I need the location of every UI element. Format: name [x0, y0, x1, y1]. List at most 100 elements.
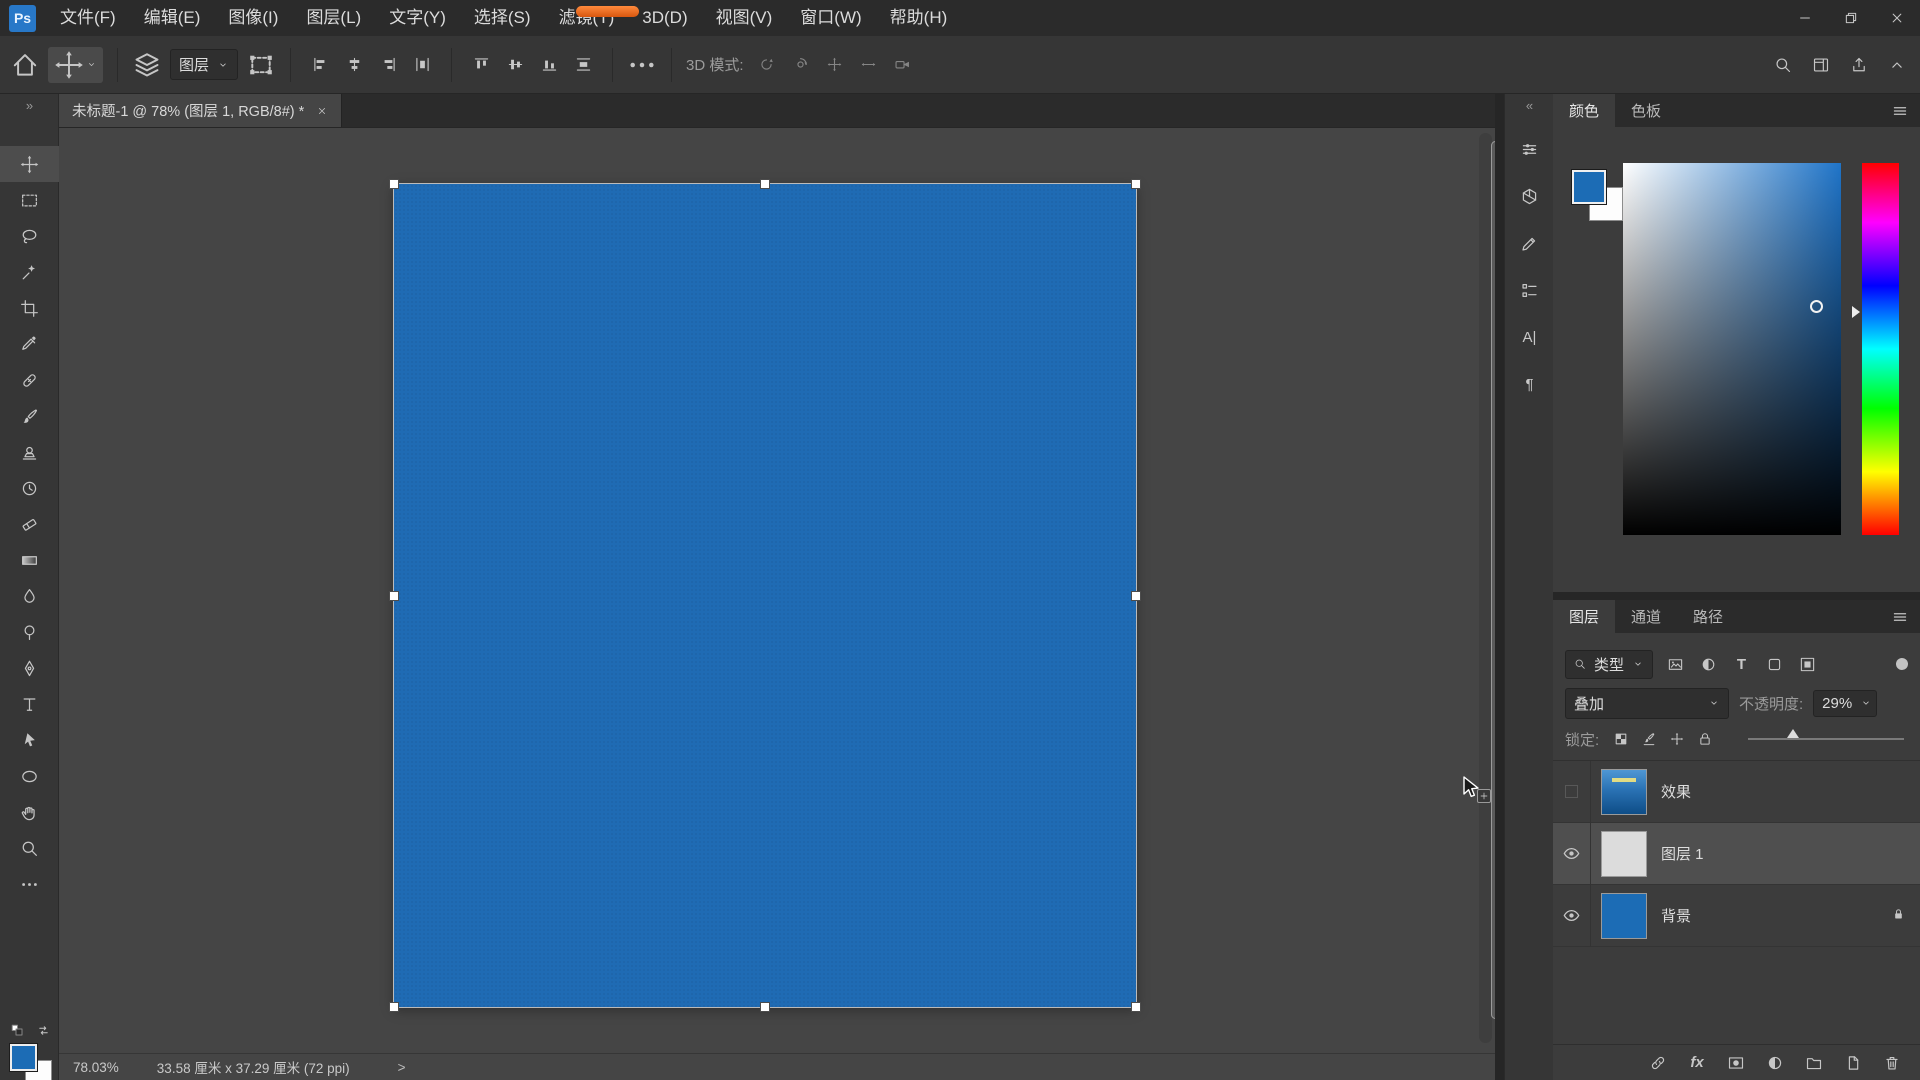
lock-transparency-button[interactable]: [1609, 727, 1633, 751]
link-layers-button[interactable]: [1646, 1051, 1670, 1075]
history-brush-tool[interactable]: [0, 470, 59, 506]
brush-tool[interactable]: [0, 398, 59, 434]
collapse-options-button[interactable]: [1882, 50, 1912, 80]
distribute-v-button[interactable]: [568, 50, 598, 80]
hand-tool[interactable]: [0, 794, 59, 830]
menu-type[interactable]: 文字(Y): [375, 0, 460, 36]
new-group-button[interactable]: [1802, 1051, 1826, 1075]
menu-edit[interactable]: 编辑(E): [130, 0, 215, 36]
menu-3d[interactable]: 3D(D): [628, 0, 701, 36]
tab-paths[interactable]: 路径: [1677, 600, 1739, 633]
app-logo[interactable]: Ps: [9, 4, 36, 32]
marquee-tool[interactable]: [0, 182, 59, 218]
autoselect-dropdown[interactable]: 图层: [170, 49, 239, 80]
saturation-brightness-field[interactable]: [1623, 163, 1841, 535]
align-left-button[interactable]: [305, 50, 335, 80]
3d-pan-button[interactable]: [820, 50, 850, 80]
more-options-icon[interactable]: [627, 50, 657, 80]
opacity-slider[interactable]: [1748, 729, 1904, 740]
vertical-scrollbar[interactable]: [1479, 133, 1495, 1043]
align-middle-v-button[interactable]: [500, 50, 530, 80]
status-menu-arrow[interactable]: >: [398, 1060, 406, 1075]
edit-toolbar-button[interactable]: [0, 866, 59, 902]
delete-layer-button[interactable]: [1880, 1051, 1904, 1075]
dock-collapse-button[interactable]: «: [1505, 98, 1554, 113]
blend-mode-dropdown[interactable]: 叠加: [1565, 687, 1729, 719]
toolbar-expand-button[interactable]: »: [0, 98, 59, 113]
home-icon[interactable]: [10, 50, 40, 80]
current-tool-button[interactable]: [48, 46, 103, 83]
show-transform-controls-icon[interactable]: [246, 50, 276, 80]
crop-tool[interactable]: [0, 290, 59, 326]
restore-button[interactable]: [1828, 0, 1874, 36]
panel-menu-icon[interactable]: [1890, 101, 1910, 121]
zoom-tool[interactable]: [0, 830, 59, 866]
pen-tool[interactable]: [0, 650, 59, 686]
minimize-button[interactable]: [1782, 0, 1828, 36]
align-top-button[interactable]: [466, 50, 496, 80]
filter-type-layers-button[interactable]: T: [1727, 651, 1756, 677]
move-tool[interactable]: [0, 146, 59, 182]
menu-help[interactable]: 帮助(H): [876, 0, 962, 36]
tab-swatches[interactable]: 色板: [1615, 94, 1677, 127]
filter-smart-objects-button[interactable]: [1793, 651, 1822, 677]
panel-properties-button[interactable]: [1513, 134, 1547, 164]
transform-handle[interactable]: [389, 179, 399, 189]
path-selection-tool[interactable]: [0, 722, 59, 758]
menu-file[interactable]: 文件(F): [46, 0, 130, 36]
transform-handle[interactable]: [1131, 590, 1141, 601]
filter-type-dropdown[interactable]: 类型: [1565, 649, 1654, 679]
opacity-dropdown[interactable]: 29%: [1813, 689, 1878, 717]
swap-colors-icon[interactable]: [14, 1023, 73, 1038]
layer-visibility-toggle[interactable]: [1553, 760, 1591, 823]
3d-roll-button[interactable]: [786, 50, 816, 80]
menu-layer[interactable]: 图层(L): [292, 0, 375, 36]
layer-thumbnail[interactable]: [1601, 768, 1647, 815]
tab-channels[interactable]: 通道: [1615, 600, 1677, 633]
transform-handle[interactable]: [760, 1002, 770, 1012]
color-field-cursor[interactable]: [1810, 300, 1823, 313]
tab-layers[interactable]: 图层: [1553, 600, 1616, 633]
menu-image[interactable]: 图像(I): [214, 0, 292, 36]
align-bottom-button[interactable]: [534, 50, 564, 80]
distribute-h-button[interactable]: [407, 50, 437, 80]
layer-thumbnail[interactable]: [1601, 830, 1647, 877]
align-right-button[interactable]: [373, 50, 403, 80]
hue-slider-pointer[interactable]: [1852, 306, 1860, 318]
transform-handle[interactable]: [389, 1002, 399, 1012]
layer-row[interactable]: 背景: [1553, 884, 1920, 947]
gradient-tool[interactable]: [0, 542, 59, 578]
foreground-color-swatch[interactable]: [10, 1044, 37, 1071]
panel-character-button[interactable]: A|: [1513, 322, 1547, 352]
3d-slide-button[interactable]: [854, 50, 884, 80]
healing-brush-tool[interactable]: [0, 362, 59, 398]
hue-slider[interactable]: [1862, 163, 1899, 535]
eraser-tool[interactable]: [0, 506, 59, 542]
panel-3d-button[interactable]: [1513, 181, 1547, 211]
panel-styles-button[interactable]: [1513, 228, 1547, 258]
transform-handle[interactable]: [1131, 179, 1141, 189]
dodge-tool[interactable]: [0, 614, 59, 650]
panel-info-button[interactable]: [1513, 275, 1547, 305]
document-tab[interactable]: 未标题-1 @ 78% (图层 1, RGB/8#) *: [59, 94, 343, 127]
document-canvas[interactable]: [389, 179, 1141, 1012]
menu-window[interactable]: 窗口(W): [786, 0, 875, 36]
lock-position-button[interactable]: [1665, 727, 1689, 751]
blur-tool[interactable]: [0, 578, 59, 614]
lasso-tool[interactable]: [0, 218, 59, 254]
filter-toggle[interactable]: [1896, 658, 1908, 670]
share-button[interactable]: [1844, 50, 1874, 80]
add-mask-button[interactable]: [1724, 1051, 1748, 1075]
lock-all-button[interactable]: [1693, 727, 1717, 751]
filter-adjustment-layers-button[interactable]: [1694, 651, 1723, 677]
3d-zoom-button[interactable]: [888, 50, 918, 80]
layer-thumbnail[interactable]: [1601, 892, 1647, 939]
object-selection-tool[interactable]: [0, 254, 59, 290]
search-button[interactable]: [1768, 50, 1798, 80]
opacity-slider-handle[interactable]: [1787, 729, 1800, 738]
layer-visibility-toggle[interactable]: [1553, 822, 1591, 885]
shape-tool[interactable]: [0, 758, 59, 794]
canvas-area[interactable]: [59, 128, 1495, 1053]
tab-close-icon[interactable]: [316, 105, 328, 117]
lock-pixels-button[interactable]: [1637, 727, 1661, 751]
